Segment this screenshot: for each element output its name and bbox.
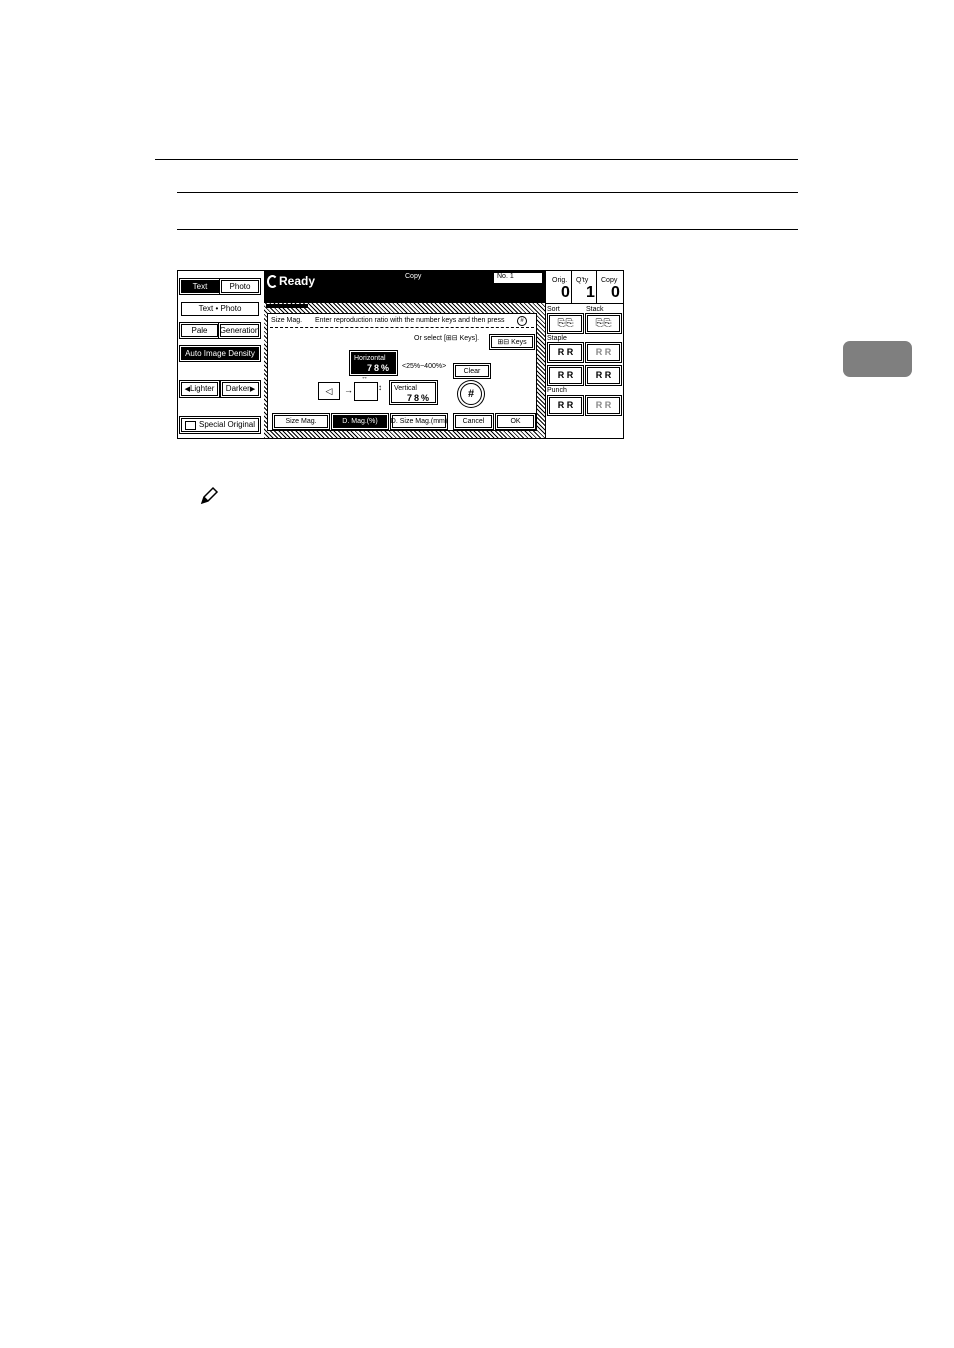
punch-top-button[interactable]: R R bbox=[587, 397, 620, 414]
cancel-button-label: Cancel bbox=[462, 418, 485, 425]
counter-divider-1 bbox=[571, 271, 572, 303]
punch-top-icon: R R bbox=[595, 400, 612, 410]
horizontal-label: Horizontal bbox=[354, 355, 386, 362]
stack-button[interactable]: ⎘⎘ bbox=[587, 315, 620, 332]
generation-mode-label: Generation bbox=[219, 325, 260, 335]
ready-spinner-icon bbox=[267, 275, 278, 288]
darker-label: Darker bbox=[225, 384, 250, 393]
plus-minus-keys-button[interactable]: ⊞⊟ Keys bbox=[491, 336, 533, 348]
copy-counter-value: 0 bbox=[611, 284, 620, 301]
staple-left-two-icon: R R bbox=[595, 370, 612, 380]
lighter-button[interactable]: ◀ Lighter bbox=[181, 382, 218, 396]
text-mode-label: Text bbox=[192, 281, 208, 291]
vertical-value: 78% bbox=[406, 393, 431, 403]
dialog-title-divider bbox=[270, 327, 534, 328]
staple-label: Staple bbox=[547, 335, 567, 342]
clear-button-label: Clear bbox=[463, 367, 481, 375]
enter-key-icon: # bbox=[517, 316, 527, 326]
sort-icon: ⎘⎘ bbox=[557, 318, 574, 329]
staple-top-right-icon: R R bbox=[557, 370, 574, 380]
darker-arrow-icon: ▶ bbox=[249, 385, 256, 393]
pale-mode-button[interactable]: Pale bbox=[181, 324, 218, 337]
qty-counter-label: Q'ty bbox=[576, 277, 589, 284]
note-pencil-icon bbox=[200, 486, 219, 505]
keys-button-label: Keys bbox=[511, 338, 527, 346]
staple-top-right-button[interactable]: R R bbox=[549, 367, 582, 384]
d-mag-percent-tab[interactable]: D. Mag.(%) bbox=[333, 415, 387, 428]
ok-button-label: OK bbox=[510, 418, 521, 425]
text-mode-button[interactable]: Text bbox=[181, 280, 219, 293]
counter-divider-2 bbox=[596, 271, 597, 303]
staple-top-left-icon: R R bbox=[557, 347, 574, 357]
clear-button[interactable]: Clear bbox=[455, 365, 489, 377]
staple-double-button[interactable]: R R bbox=[587, 344, 620, 361]
punch-left-icon: R R bbox=[557, 400, 574, 410]
auto-image-density-label: Auto Image Density bbox=[185, 348, 255, 358]
photo-mode-button[interactable]: Photo bbox=[221, 280, 259, 293]
copy-counter-label: Copy bbox=[601, 277, 618, 284]
status-text: Ready bbox=[279, 274, 316, 288]
d-mag-percent-tab-label: D. Mag.(%) bbox=[342, 418, 378, 425]
size-mag-tab[interactable]: Size Mag. bbox=[274, 415, 328, 428]
enter-key-button[interactable]: # bbox=[460, 383, 482, 405]
vertical-ratio-field[interactable]: Vertical 78% bbox=[391, 382, 436, 403]
number-field: No. 1 bbox=[494, 273, 542, 283]
lighter-label: Lighter bbox=[189, 384, 215, 393]
top-rule bbox=[155, 159, 798, 160]
ratio-range-text: <25%~400%> bbox=[402, 363, 447, 370]
horizontal-ratio-field[interactable]: Horizontal 78% bbox=[351, 352, 396, 374]
direction-arrow-icon: → bbox=[344, 385, 353, 395]
status-header: Ready Copy No. 1 bbox=[264, 271, 545, 303]
darker-button[interactable]: Darker ▶ bbox=[222, 382, 259, 396]
hash-icon: # bbox=[467, 388, 475, 400]
mode-text: Copy bbox=[405, 273, 422, 280]
section-rule-2 bbox=[177, 229, 798, 230]
text-photo-mode-button[interactable]: Text • Photo bbox=[181, 302, 259, 316]
or-select-text: Or select [⊞⊟ Keys]. bbox=[414, 335, 480, 342]
size-mag-tab-label: Size Mag. bbox=[285, 418, 317, 425]
ok-button[interactable]: OK bbox=[497, 415, 534, 428]
photo-mode-label: Photo bbox=[229, 281, 251, 291]
sort-label: Sort bbox=[547, 306, 560, 313]
orig-counter-value: 0 bbox=[561, 284, 570, 301]
auto-image-density-button[interactable]: Auto Image Density bbox=[181, 347, 259, 360]
horizontal-scale-icon: ↔ bbox=[361, 374, 368, 381]
right-column-divider bbox=[545, 271, 546, 438]
size-mag-dialog: Size Mag. Enter reproduction ratio with … bbox=[267, 313, 537, 431]
text-photo-mode-label: Text • Photo bbox=[198, 304, 242, 313]
staple-top-left-button[interactable]: R R bbox=[549, 344, 582, 361]
d-size-mag-mm-tab-label: D. Size Mag.(mm) bbox=[390, 418, 448, 425]
special-original-icon bbox=[184, 420, 196, 430]
d-size-mag-mm-tab[interactable]: D. Size Mag.(mm) bbox=[390, 415, 448, 428]
stack-label: Stack bbox=[586, 306, 604, 313]
punch-left-button[interactable]: R R bbox=[549, 397, 582, 414]
staple-left-two-button[interactable]: R R bbox=[587, 367, 620, 384]
copier-control-panel: Text Photo Text • Photo Pale Generation … bbox=[177, 270, 624, 439]
section-rule-1 bbox=[177, 192, 798, 193]
cancel-button[interactable]: Cancel bbox=[455, 415, 492, 428]
special-original-button[interactable]: Special Original bbox=[181, 418, 259, 432]
sort-button[interactable]: ⎘⎘ bbox=[549, 315, 582, 332]
punch-label: Punch bbox=[547, 387, 567, 394]
dialog-instruction: Enter reproduction ratio with the number… bbox=[315, 317, 505, 324]
dialog-title: Size Mag. bbox=[271, 317, 303, 324]
original-orientation-icon: ◁ bbox=[318, 382, 340, 400]
copy-orientation-icon bbox=[354, 382, 378, 401]
horizontal-value: 78% bbox=[366, 363, 391, 373]
special-original-label: Special Original bbox=[198, 420, 256, 429]
plus-minus-icon: ⊞⊟ bbox=[497, 338, 510, 346]
vertical-scale-icon: ↕ bbox=[378, 383, 382, 392]
qty-counter-value: 1 bbox=[586, 284, 595, 301]
dialog-tab-strip bbox=[266, 304, 308, 308]
chapter-tab-marker bbox=[843, 341, 912, 377]
generation-mode-button[interactable]: Generation bbox=[220, 324, 259, 337]
stack-icon: ⎘⎘ bbox=[595, 318, 612, 329]
orig-counter-label: Orig. bbox=[552, 277, 568, 284]
pale-mode-label: Pale bbox=[191, 325, 208, 335]
counter-bottom-rule bbox=[545, 303, 623, 304]
vertical-label: Vertical bbox=[394, 385, 417, 392]
staple-double-icon: R R bbox=[595, 347, 612, 357]
